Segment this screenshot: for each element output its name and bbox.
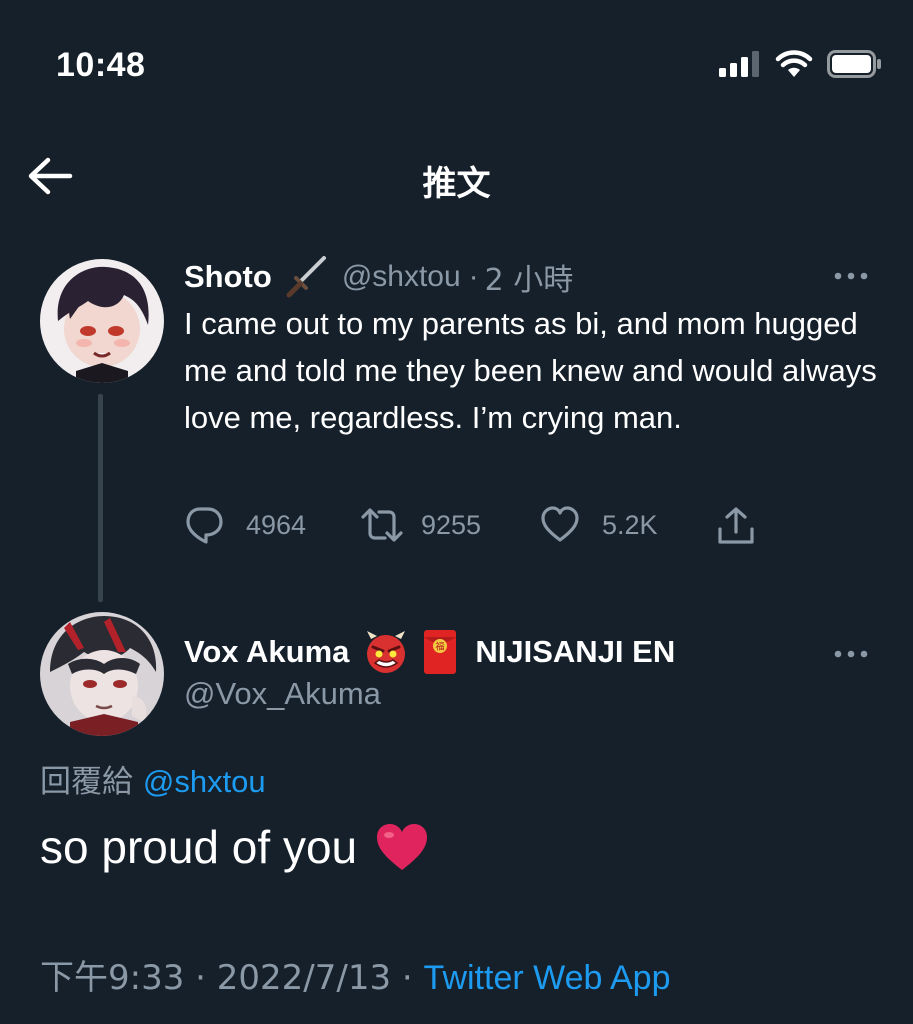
share-icon [718,507,754,544]
reply-text-container: so proud of you [40,820,429,874]
mention-link[interactable]: @shxtou [143,764,266,799]
avatar-vox-image [40,612,164,736]
wifi-icon [775,50,813,77]
reply-button[interactable]: 4964 [184,505,306,545]
avatar-shoto-image [40,259,164,383]
more-dots-icon [834,272,868,280]
reply-icon [186,507,223,544]
more-dots-icon [834,650,868,658]
retweet-button[interactable]: 9255 [359,505,481,545]
page-title: 推文 [422,164,491,204]
reply-text: so proud of you [40,821,358,873]
svg-text:福: 福 [436,641,445,653]
dagger-icon [286,256,326,298]
tweet-time[interactable]: 2 小時 [485,255,574,299]
avatar[interactable] [40,612,164,736]
status-time: 10:48 [56,46,146,84]
display-name-suffix[interactable]: NIJISANJI EN [475,634,675,670]
tweet-text: I came out to my parents as bi, and mom … [184,306,877,435]
more-options-button[interactable] [832,266,872,286]
red-envelope-icon: 福 [424,630,457,674]
ogre-icon [367,631,406,673]
separator: · [468,260,479,293]
reply-count: 4964 [246,509,307,540]
heart-icon [541,506,579,542]
tweet-handle[interactable]: @shxtou [342,260,461,294]
retweet-count: 9255 [421,509,482,540]
battery-icon [827,50,881,78]
like-button[interactable]: 5.2K [540,505,658,545]
like-count: 5.2K [602,509,658,540]
tweet-detail-screen: 10:48 推文 Shoto @shxtou · 2 小時 I came out… [0,0,913,1024]
display-name[interactable]: Shoto [184,259,272,295]
source-app-link[interactable]: Twitter Web App [424,959,671,997]
share-button[interactable] [716,505,756,547]
retweet-icon [361,508,403,542]
replying-to: 回覆給 @shxtou [40,756,266,801]
tweet-actions: 4964 9255 5.2K [184,505,774,551]
tweet-timestamp: 下午9:33 · 2022/7/13 · Twitter Web App [40,950,670,999]
tweet-header: Shoto @shxtou · 2 小時 [184,256,573,298]
more-options-button[interactable] [832,644,872,664]
tweet-handle[interactable]: @Vox_Akuma [184,676,381,712]
red-heart-icon [377,824,428,870]
avatar[interactable] [40,259,164,383]
reply-header: Vox Akuma 福 NIJISANJI EN [184,628,675,676]
display-name[interactable]: Vox Akuma [184,634,349,670]
timestamp-text: 下午9:33 · 2022/7/13 · [40,958,413,998]
cellular-signal-icon [719,51,759,77]
replying-to-label: 回覆給 [40,764,133,800]
status-icons [719,50,883,78]
thread-line [98,394,103,602]
